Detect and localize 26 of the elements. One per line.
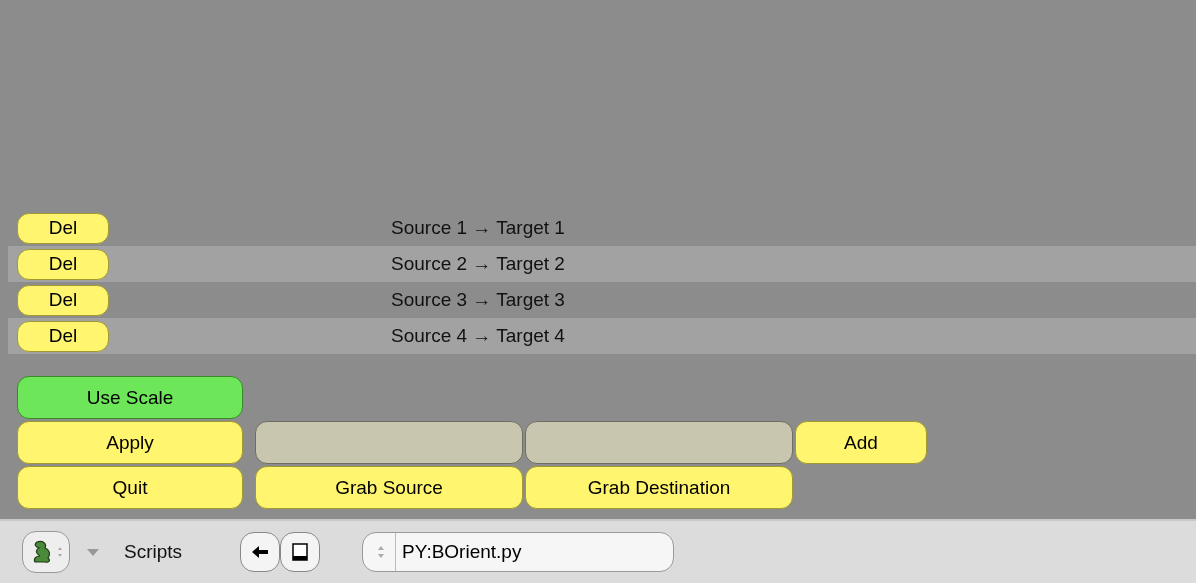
- window-button[interactable]: [280, 532, 321, 572]
- mapping-label: Source 3 → Target 3: [391, 289, 565, 311]
- quit-button[interactable]: Quit: [17, 466, 243, 509]
- destination-field[interactable]: [525, 421, 793, 464]
- add-button[interactable]: Add: [795, 421, 927, 464]
- updown-icon: [377, 545, 386, 559]
- left-arrow-icon: [251, 545, 270, 559]
- snake-icon: [31, 540, 53, 564]
- grab-source-button[interactable]: Grab Source: [255, 466, 523, 509]
- delete-button[interactable]: Del: [17, 320, 109, 352]
- source-field[interactable]: [255, 421, 523, 464]
- mapping-label: Source 2 → Target 2: [391, 253, 565, 275]
- grab-destination-button[interactable]: Grab Destination: [525, 466, 793, 509]
- mapping-label: Source 1 → Target 1: [391, 217, 565, 239]
- delete-button[interactable]: Del: [17, 284, 109, 316]
- window-icon: [292, 543, 309, 561]
- delete-button[interactable]: Del: [17, 248, 109, 280]
- scripts-menu[interactable]: Scripts: [124, 541, 183, 563]
- updown-icon: [57, 546, 63, 558]
- script-selector[interactable]: PY:BOrient.py: [362, 532, 675, 572]
- apply-button[interactable]: Apply: [17, 421, 243, 464]
- use-scale-toggle[interactable]: Use Scale: [17, 376, 243, 419]
- mapping-label: Source 4 → Target 4: [391, 325, 565, 347]
- delete-button[interactable]: Del: [17, 212, 109, 244]
- back-button[interactable]: [240, 532, 281, 572]
- editor-type-selector[interactable]: [22, 531, 70, 573]
